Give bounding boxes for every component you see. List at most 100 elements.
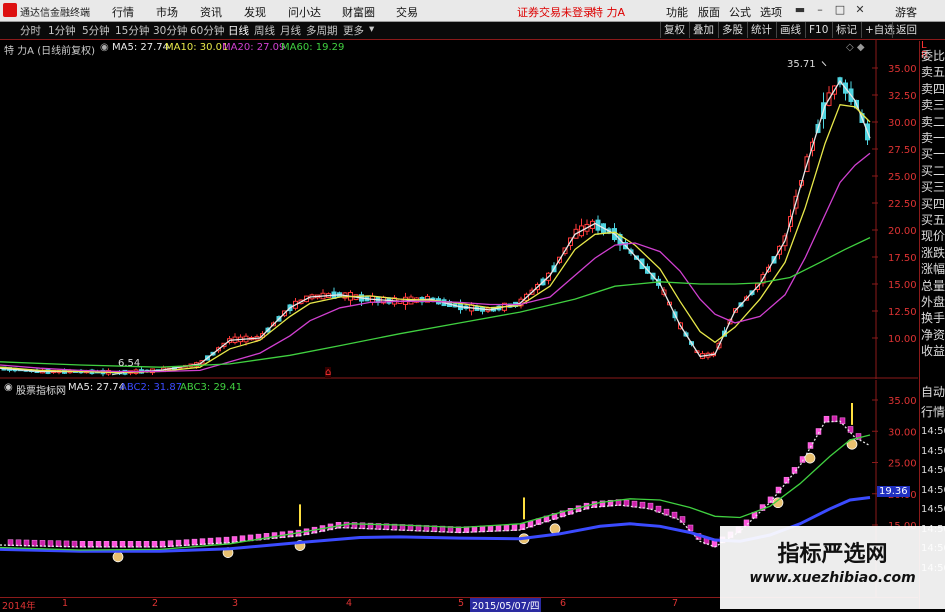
menu-function[interactable]: 功能	[666, 4, 688, 20]
period-15min[interactable]: 15分钟	[115, 23, 149, 38]
period-weekly[interactable]: 周线	[254, 23, 275, 38]
tick-time-label: 14:50	[921, 445, 945, 457]
signal-block	[839, 417, 846, 425]
quote-field-label[interactable]: 涨幅	[921, 262, 945, 277]
signal-block	[647, 502, 654, 510]
money-bag-icon	[804, 452, 816, 464]
menu-ask[interactable]: 问小达	[288, 4, 321, 20]
axis-month-5: 5	[458, 598, 465, 609]
back-button[interactable]: 返回	[892, 22, 920, 38]
main-chart-svg[interactable]: 10.00 12.50 15.00 17.50 20.00 22.50 25.00 27.50…	[0, 40, 918, 379]
y-tick-label: 25.00	[888, 172, 917, 183]
signal-block	[671, 511, 678, 519]
quote-field-label[interactable]: 委比	[921, 49, 945, 64]
low-price-label: 6.54	[118, 358, 141, 369]
panel-options-icon[interactable]: ◇ ◆	[846, 42, 865, 53]
menu-formula[interactable]: 公式	[729, 4, 751, 20]
quote-field-label[interactable]: 换手	[921, 311, 945, 326]
quote-field-label[interactable]: 现价	[921, 229, 945, 244]
y-tick-label: 30.00	[888, 427, 917, 438]
signal-block	[847, 426, 854, 433]
quote-field-label[interactable]: 买二	[921, 164, 945, 179]
ma60-legend: MA60: 19.29	[281, 42, 345, 53]
period-more-chevron-icon[interactable]: ▾	[369, 23, 374, 35]
tick-time-label: 14:50	[921, 465, 945, 476]
adjust-button[interactable]: 复权	[660, 22, 688, 38]
period-30min[interactable]: 30分钟	[153, 23, 187, 38]
watermark-title: 指标严选网	[777, 542, 888, 567]
y-tick-label: 35.00	[888, 64, 917, 75]
period-5min[interactable]: 5分钟	[82, 23, 110, 38]
ma5-legend: MA5: 27.74	[112, 42, 170, 53]
current-stock-name: 特 力A	[592, 6, 626, 19]
maximize-icon[interactable]: □	[833, 3, 847, 17]
quote-field-label[interactable]: 卖一	[921, 131, 945, 146]
period-more[interactable]: 更多	[343, 23, 364, 38]
login-warning[interactable]: 证券交易未登录	[517, 4, 594, 20]
quote-field-label[interactable]: 卖三	[921, 98, 945, 113]
quote-field-label[interactable]: 买五	[921, 213, 945, 228]
menu-news[interactable]: 资讯	[200, 4, 222, 20]
axis-month-7: 7	[672, 598, 679, 609]
draw-line-button[interactable]: 画线	[776, 22, 804, 38]
multi-stock-button[interactable]: 多股	[718, 22, 746, 38]
indicator-title: 股票指标网	[16, 386, 66, 397]
money-bag-icon	[549, 523, 561, 535]
quote-field-label[interactable]: 买一	[921, 147, 945, 162]
high-marker-line	[821, 61, 827, 67]
cursor-date-label: 2015/05/07/四	[470, 598, 542, 612]
ma5-line	[0, 79, 871, 374]
quote-field-label[interactable]: 卖四	[921, 82, 945, 97]
signal-block	[711, 540, 718, 548]
menu-discover[interactable]: 发现	[244, 4, 266, 20]
menu-market-quotes[interactable]: 行情	[112, 4, 134, 20]
quote-field-label[interactable]: 卖二	[921, 115, 945, 130]
indicator-settings-icon[interactable]: ◉	[100, 42, 109, 53]
quote-field-label[interactable]: 买四	[921, 197, 945, 212]
current-value-badge: 19.36	[877, 486, 910, 497]
period-multi[interactable]: 多周期	[306, 23, 338, 38]
guest-label[interactable]: 游客	[895, 4, 917, 20]
axis-month-2: 2	[152, 598, 159, 609]
axis-month-1: 1	[62, 598, 69, 609]
quote-field-label[interactable]: 涨跌	[921, 246, 945, 261]
ma20-legend: MA20: 27.09	[222, 42, 286, 53]
quote-field-label[interactable]: 收益	[921, 344, 945, 359]
period-60min[interactable]: 60分钟	[190, 23, 224, 38]
close-icon[interactable]: ✕	[853, 3, 867, 17]
y-tick-label: 17.50	[888, 253, 917, 264]
watermark-overlay: 指标严选网 www.xuezhibiao.com	[720, 526, 945, 609]
statistics-button[interactable]: 统计	[747, 22, 775, 38]
overlay-button[interactable]: 叠加	[689, 22, 717, 38]
main-chart-panel[interactable]: 10.00 12.50 15.00 17.50 20.00 22.50 25.00 27.50…	[0, 40, 918, 379]
quote-field-label[interactable]: 卖五	[921, 65, 945, 80]
period-daily[interactable]: 日线	[228, 23, 249, 38]
period-1min[interactable]: 1分钟	[48, 23, 76, 38]
quote-side-panel: L R 委比 卖五 卖四 卖三 卖二 卖一 买一 买二 买三 买四 买五 现价 涨跌 涨幅 总量 外盘 换手 净资…	[919, 40, 945, 609]
indicator-settings-icon[interactable]: ◉	[4, 382, 13, 393]
quote-field-label[interactable]: 买三	[921, 180, 945, 195]
mark-button[interactable]: 标记	[832, 22, 860, 38]
menu-wealth[interactable]: 财富圈	[342, 4, 375, 20]
menu-layout[interactable]: 版面	[698, 4, 720, 20]
period-toolbar: 分时 1分钟 5分钟 15分钟 30分钟 60分钟 日线 周线 月线 多周期 更…	[0, 22, 945, 40]
tick-time-label: 行情	[921, 404, 945, 419]
quote-field-label[interactable]: 净资	[921, 328, 945, 343]
abc2-legend: ABC2: 31.87	[120, 382, 183, 393]
window-menu-icon[interactable]: ▬	[793, 3, 807, 17]
quote-field-label[interactable]: 总量	[921, 279, 945, 294]
quote-field-label[interactable]: 外盘	[921, 295, 945, 310]
y-tick-label: 10.00	[888, 334, 917, 345]
ma10-line	[0, 103, 871, 374]
tick-time-label: 14:50	[921, 484, 945, 496]
minimize-icon[interactable]: –	[813, 3, 827, 17]
menu-market[interactable]: 市场	[156, 4, 178, 20]
menu-trade[interactable]: 交易	[396, 4, 418, 20]
signal-block	[663, 508, 670, 516]
period-monthly[interactable]: 月线	[280, 23, 301, 38]
menu-options[interactable]: 选项	[760, 4, 782, 20]
f10-button[interactable]: F10	[805, 22, 831, 38]
menu-bar: 通达信金融终端 行情 市场 资讯 发现 问小达 财富圈 交易 证券交易未登录 特…	[0, 0, 945, 22]
money-bag-icon	[112, 551, 124, 563]
period-intraday[interactable]: 分时	[20, 23, 41, 38]
